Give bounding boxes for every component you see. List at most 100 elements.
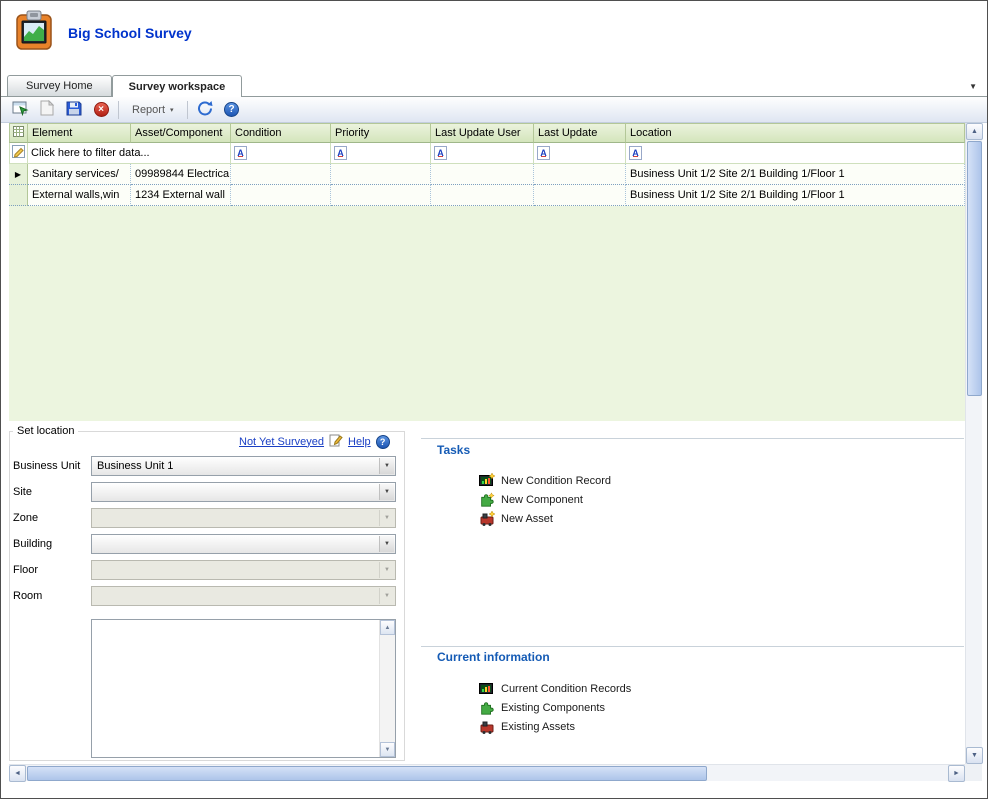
cell-last-update-user[interactable] xyxy=(431,164,534,185)
task-new-condition-record[interactable]: New Condition Record xyxy=(479,471,611,490)
current-information-list: Current Condition Records Existing Compo… xyxy=(479,679,631,736)
filter-cell-priority[interactable]: A xyxy=(331,143,431,164)
listbox-scrollbar[interactable]: ▲ ▼ xyxy=(379,620,395,757)
arrow-down-icon: ▼ xyxy=(385,747,391,753)
horizontal-scrollbar[interactable]: ◄ ► xyxy=(9,764,965,781)
current-row-icon: ▶ xyxy=(15,170,21,179)
scroll-down-button[interactable]: ▼ xyxy=(966,747,983,764)
home-grid-icon xyxy=(12,100,29,119)
filter-prompt-cell[interactable]: Click here to filter data... xyxy=(28,143,231,164)
asset-icon xyxy=(479,511,495,527)
not-yet-surveyed-link[interactable]: Not Yet Surveyed xyxy=(239,436,324,448)
field-floor: Floor ▼ xyxy=(13,557,397,583)
save-button[interactable] xyxy=(64,100,84,120)
report-menu-button[interactable]: Report ▾ xyxy=(126,102,180,118)
help-link[interactable]: Help xyxy=(348,436,371,448)
asset-icon xyxy=(479,719,495,735)
column-header-priority[interactable]: Priority xyxy=(331,123,431,143)
building-select[interactable]: ▼ xyxy=(91,534,396,554)
cell-asset-component[interactable]: 1234 External wall xyxy=(131,185,231,206)
filter-type-icon[interactable]: A xyxy=(537,146,550,160)
cell-priority[interactable] xyxy=(331,185,431,206)
location-listbox[interactable]: ▲ ▼ xyxy=(91,619,396,758)
help-icon[interactable]: ? xyxy=(376,435,390,449)
scroll-up-button[interactable]: ▲ xyxy=(380,620,395,635)
app-logo-icon xyxy=(14,9,54,51)
current-information-divider xyxy=(421,646,964,647)
cell-last-update[interactable] xyxy=(534,164,626,185)
task-new-component[interactable]: New Component xyxy=(479,490,611,509)
scroll-left-button[interactable]: ◄ xyxy=(9,765,26,782)
cell-priority[interactable] xyxy=(331,164,431,185)
field-label: Building xyxy=(13,538,91,550)
chevron-down-icon: ▾ xyxy=(170,106,174,114)
refresh-button[interactable] xyxy=(195,100,215,120)
help-button[interactable]: ? xyxy=(222,100,242,120)
filter-type-icon[interactable]: A xyxy=(234,146,247,160)
cell-location[interactable]: Business Unit 1/2 Site 2/1 Building 1/Fl… xyxy=(626,164,965,185)
delete-button[interactable]: × xyxy=(91,100,111,120)
filter-cell-location[interactable]: A xyxy=(626,143,965,164)
item-label: Existing Components xyxy=(501,702,605,714)
scroll-right-button[interactable]: ► xyxy=(948,765,965,782)
current-condition-records-item[interactable]: Current Condition Records xyxy=(479,679,631,698)
filter-type-icon[interactable]: A xyxy=(334,146,347,160)
column-header-condition[interactable]: Condition xyxy=(231,123,331,143)
site-select[interactable]: ▼ xyxy=(91,482,396,502)
tab-survey-home-label: Survey Home xyxy=(26,80,93,92)
cell-element[interactable]: Sanitary services/ xyxy=(28,164,131,185)
cell-condition[interactable] xyxy=(231,164,331,185)
business-unit-select[interactable]: Business Unit 1 ▼ xyxy=(91,456,396,476)
column-header-element[interactable]: Element xyxy=(28,123,131,143)
floor-select: ▼ xyxy=(91,560,396,580)
save-floppy-icon xyxy=(66,100,82,119)
filter-cell-condition[interactable]: A xyxy=(231,143,331,164)
new-document-button[interactable] xyxy=(37,100,57,120)
chevron-down-icon[interactable]: ▼ xyxy=(379,484,394,500)
column-header-asset-component[interactable]: Asset/Component xyxy=(131,123,231,143)
arrow-up-icon: ▲ xyxy=(971,128,978,135)
cell-element[interactable]: External walls,win xyxy=(28,185,131,206)
report-label: Report xyxy=(132,104,165,116)
field-room: Room ▼ xyxy=(13,583,397,609)
select-all-cell[interactable] xyxy=(9,123,28,143)
column-header-last-update[interactable]: Last Update xyxy=(534,123,626,143)
field-label: Zone xyxy=(13,512,91,524)
horizontal-scrollbar-thumb[interactable] xyxy=(27,766,707,781)
task-label: New Asset xyxy=(501,513,553,525)
cell-condition[interactable] xyxy=(231,185,331,206)
filter-cell-last-update-user[interactable]: A xyxy=(431,143,534,164)
chevron-down-icon[interactable]: ▼ xyxy=(379,536,394,552)
field-label: Room xyxy=(13,590,91,602)
zone-select: ▼ xyxy=(91,508,396,528)
chevron-down-icon: ▼ xyxy=(379,562,394,578)
grid-options-icon xyxy=(13,126,24,140)
cell-last-update-user[interactable] xyxy=(431,185,534,206)
filter-cell-last-update[interactable]: A xyxy=(534,143,626,164)
filter-type-icon[interactable]: A xyxy=(434,146,447,160)
condition-record-icon xyxy=(479,681,495,697)
tab-survey-workspace[interactable]: Survey workspace xyxy=(112,75,243,97)
combo-value: Business Unit 1 xyxy=(97,460,173,472)
scroll-down-button[interactable]: ▼ xyxy=(380,742,395,757)
scroll-up-button[interactable]: ▲ xyxy=(966,123,983,140)
existing-components-item[interactable]: Existing Components xyxy=(479,698,631,717)
cell-asset-component[interactable]: 09989844 Electrica xyxy=(131,164,231,185)
tab-survey-home[interactable]: Survey Home xyxy=(7,75,112,96)
survey-home-button[interactable] xyxy=(10,100,30,120)
table-row[interactable]: ▶ Sanitary services/ 09989844 Electrica … xyxy=(9,164,965,185)
tab-overflow-button[interactable]: ▼ xyxy=(969,82,977,91)
filter-type-icon[interactable]: A xyxy=(629,146,642,160)
field-label: Site xyxy=(13,486,91,498)
edit-note-icon xyxy=(329,433,343,450)
chevron-down-icon[interactable]: ▼ xyxy=(379,458,394,474)
vertical-scrollbar[interactable]: ▲ ▼ xyxy=(965,123,982,764)
cell-location[interactable]: Business Unit 1/2 Site 2/1 Building 1/Fl… xyxy=(626,185,965,206)
cell-last-update[interactable] xyxy=(534,185,626,206)
task-new-asset[interactable]: New Asset xyxy=(479,509,611,528)
vertical-scrollbar-thumb[interactable] xyxy=(967,141,982,396)
existing-assets-item[interactable]: Existing Assets xyxy=(479,717,631,736)
column-header-last-update-user[interactable]: Last Update User xyxy=(431,123,534,143)
table-row[interactable]: External walls,win 1234 External wall Bu… xyxy=(9,185,965,206)
column-header-location[interactable]: Location xyxy=(626,123,965,143)
